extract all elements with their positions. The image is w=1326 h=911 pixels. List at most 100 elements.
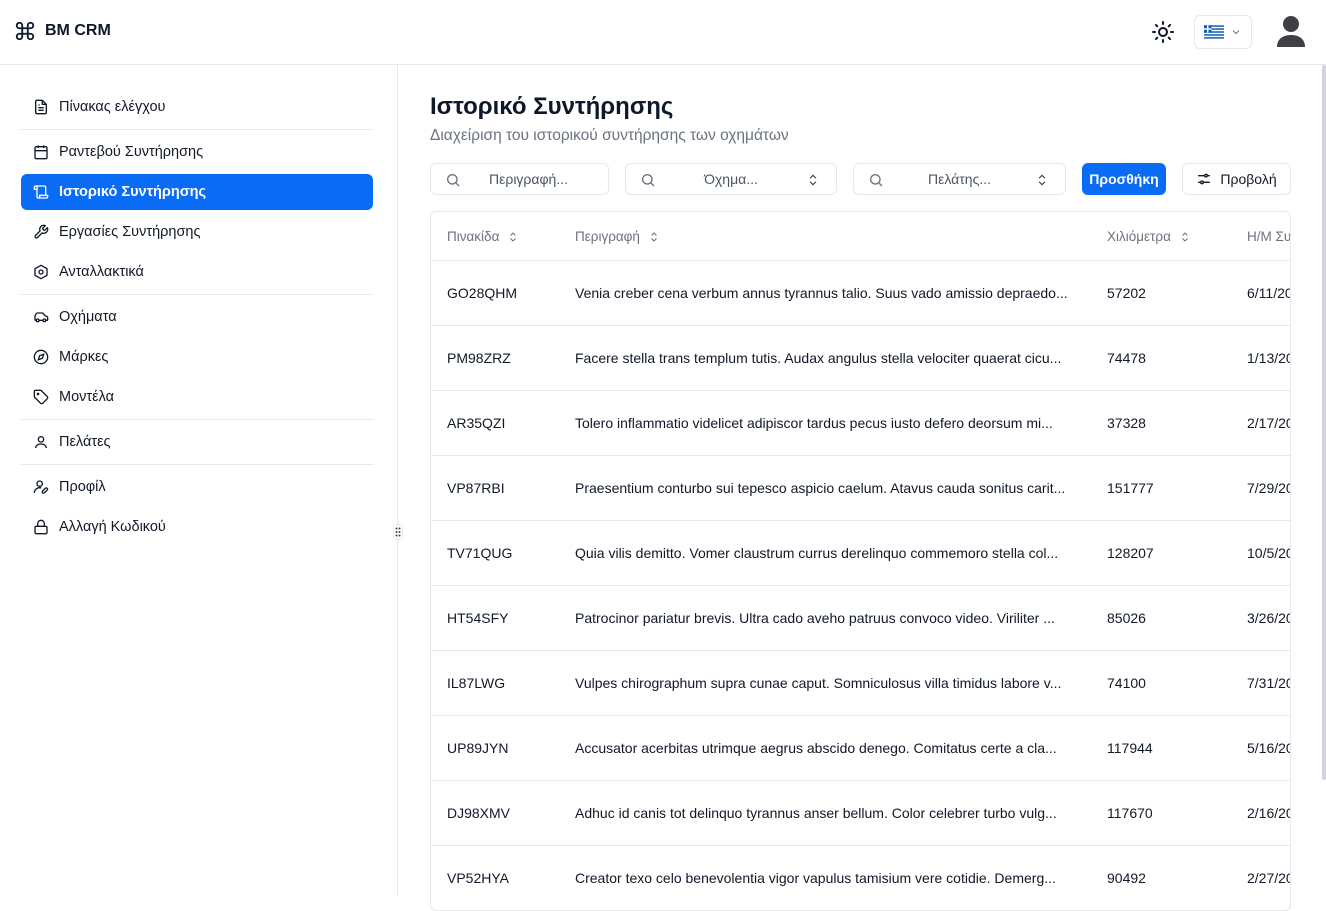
date-cell: 5/16/20	[1247, 740, 1291, 756]
scroll-icon	[33, 185, 49, 199]
table-row[interactable]: VP87RBI Praesentium conturbo sui tepesco…	[431, 456, 1291, 521]
column-header-plate[interactable]: Πινακίδα	[447, 229, 519, 244]
column-header-label: Πινακίδα	[447, 229, 500, 244]
km-cell: 74100	[1107, 675, 1146, 691]
customer-placeholder: Πελάτης...	[928, 171, 991, 187]
description-cell: Facere stella trans templum tutis. Audax…	[575, 350, 1062, 366]
sidebar-item-label: Ανταλλακτικά	[59, 264, 144, 280]
chevron-down-icon	[1232, 30, 1240, 35]
sidebar-item-maintenance-history[interactable]: Ιστορικό Συντήρησης	[21, 174, 373, 210]
sidebar-item-appointments[interactable]: Ραντεβού Συντήρησης	[21, 132, 373, 172]
user-pen-icon	[33, 480, 49, 494]
calendar-icon	[34, 145, 48, 160]
plate-cell: UP89JYN	[447, 740, 509, 756]
table-row[interactable]: DJ98XMV Adhuc id canis tot delinquo tyra…	[431, 781, 1291, 846]
brand[interactable]: BM CRM	[14, 20, 111, 42]
greek-flag-icon	[1204, 25, 1224, 39]
plate-cell: DJ98XMV	[447, 805, 511, 821]
table-row[interactable]: IL87LWG Vulpes chirographum supra cunae …	[431, 651, 1291, 716]
sidebar-resize-handle[interactable]	[393, 524, 403, 540]
sidebar-item-label: Μοντέλα	[59, 389, 114, 405]
date-cell: 2/16/20	[1247, 805, 1291, 821]
sidebar-item-label: Ιστορικό Συντήρησης	[59, 184, 207, 200]
km-cell: 37328	[1107, 415, 1146, 431]
date-cell: 7/31/20	[1247, 675, 1291, 691]
sidebar-item-label: Μάρκες	[59, 349, 109, 365]
table-row[interactable]: VP52HYA Creator texo celo benevolentia v…	[431, 846, 1290, 910]
table-row[interactable]: TV71QUG Quia vilis demitto. Vomer claust…	[431, 521, 1291, 586]
vehicle-placeholder: Όχημα...	[704, 171, 758, 187]
table-row[interactable]: AR35QZI Tolero inflammatio videlicet adi…	[431, 391, 1291, 456]
date-cell: 10/5/20	[1247, 545, 1291, 561]
km-cell: 90492	[1107, 870, 1146, 886]
page-scrollbar[interactable]	[1322, 65, 1326, 780]
tag-icon	[33, 389, 49, 405]
divider	[21, 129, 373, 130]
search-icon	[447, 174, 460, 187]
plate-cell: TV71QUG	[447, 545, 513, 561]
filter-toolbar: Περιγραφή... Όχημα... Πελάτης... Προσθήκ…	[430, 163, 1292, 195]
description-cell: Quia vilis demitto. Vomer claustrum curr…	[575, 545, 1059, 561]
sidebar-item-maintenance-tasks[interactable]: Εργασίες Συντήρησης	[21, 212, 373, 252]
km-cell: 151777	[1107, 480, 1154, 496]
date-cell: 7/29/20	[1247, 480, 1291, 496]
date-cell: 1/13/20	[1247, 350, 1291, 366]
user-avatar-icon[interactable]	[1275, 14, 1307, 48]
sidebar-item-dashboard[interactable]: Πίνακας ελέγχου	[21, 87, 373, 127]
command-icon	[15, 21, 35, 41]
plate-cell: HT54SFY	[447, 610, 509, 626]
description-cell: Creator texo celo benevolentia vigor vap…	[575, 870, 1056, 886]
sidebar-item-brands[interactable]: Μάρκες	[21, 337, 373, 377]
date-cell: 2/17/20	[1247, 415, 1291, 431]
sort-icon	[1182, 231, 1188, 242]
description-cell: Vulpes chirographum supra cunae caput. S…	[575, 675, 1062, 691]
lock-icon	[34, 519, 48, 535]
car-icon	[34, 312, 49, 323]
plate-cell: VP52HYA	[447, 870, 509, 886]
divider	[21, 464, 373, 465]
column-header-label: Περιγραφή	[575, 229, 640, 244]
plate-cell: VP87RBI	[447, 480, 505, 496]
column-header-description[interactable]: Περιγραφή	[575, 229, 660, 244]
chevrons-up-down-icon	[1038, 174, 1046, 186]
description-cell: Patrocinor pariatur brevis. Ultra cado a…	[575, 610, 1055, 626]
description-cell: Tolero inflammatio videlicet adipiscor t…	[575, 415, 1053, 431]
vehicle-combobox[interactable]: Όχημα...	[625, 163, 837, 195]
sliders-icon	[1198, 173, 1211, 185]
date-cell: 6/11/20	[1247, 285, 1291, 301]
table-row[interactable]: GO28QHM Venia creber cena verbum annus t…	[431, 261, 1291, 326]
table-row[interactable]: PM98ZRZ Facere stella trans templum tuti…	[431, 326, 1291, 391]
wrench-icon	[34, 224, 49, 239]
sidebar-item-models[interactable]: Μοντέλα	[21, 377, 373, 417]
chevrons-up-down-icon	[809, 174, 817, 186]
plate-cell: PM98ZRZ	[447, 350, 511, 366]
sidebar-item-vehicles[interactable]: Οχήματα	[21, 297, 373, 337]
km-cell: 74478	[1107, 350, 1146, 366]
sidebar-item-change-password[interactable]: Αλλαγή Κωδικού	[21, 507, 373, 547]
column-header-kilometers[interactable]: Χιλιόμετρα	[1107, 229, 1191, 244]
table-header: Πινακίδα Περιγραφή Χιλιόμετρα Η/Μ Συ	[431, 212, 1290, 261]
theme-toggle-sun-icon[interactable]	[1151, 20, 1175, 44]
document-icon	[35, 99, 47, 115]
page-subtitle: Διαχείριση του ιστορικού συντήρησης των …	[430, 127, 789, 144]
view-options-button[interactable]: Προβολή	[1182, 163, 1291, 195]
description-search-input[interactable]: Περιγραφή...	[430, 163, 609, 195]
language-selector[interactable]	[1194, 15, 1252, 49]
main-content: Ιστορικό Συντήρησης Διαχείριση του ιστορ…	[430, 65, 1326, 911]
top-header: BM CRM	[0, 0, 1326, 65]
table-row[interactable]: HT54SFY Patrocinor pariatur brevis. Ultr…	[431, 586, 1290, 651]
column-header-date[interactable]: Η/Μ Συ	[1247, 229, 1290, 244]
km-cell: 85026	[1107, 610, 1146, 626]
hexagon-icon	[34, 264, 48, 280]
description-cell: Adhuc id canis tot delinquo tyrannus ans…	[575, 805, 1057, 821]
table-row[interactable]: UP89JYN Accusator acerbitas utrimque aeg…	[431, 716, 1291, 781]
sort-icon	[651, 231, 657, 242]
sidebar-item-parts[interactable]: Ανταλλακτικά	[21, 252, 373, 292]
sidebar-item-label: Οχήματα	[59, 309, 117, 325]
app-name: BM CRM	[45, 22, 111, 39]
sidebar-item-profile[interactable]: Προφίλ	[21, 467, 373, 507]
sidebar-item-customers[interactable]: Πελάτες	[21, 422, 373, 462]
add-button[interactable]: Προσθήκη	[1082, 163, 1166, 195]
plate-cell: AR35QZI	[447, 415, 506, 431]
customer-combobox[interactable]: Πελάτης...	[853, 163, 1066, 195]
